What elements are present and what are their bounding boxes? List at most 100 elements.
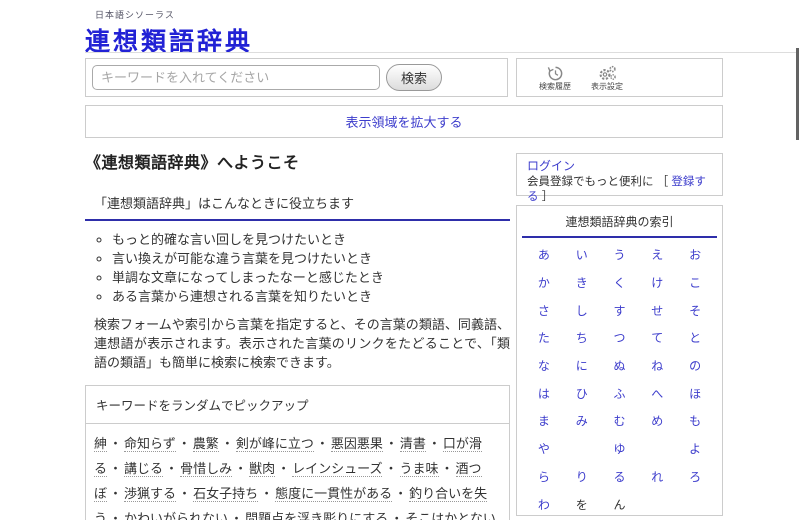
kana-index-link[interactable]: て [638,324,676,352]
benefit-list: もっと的確な言い回しを見つけたいとき言い換えが可能な違う言葉を見つけたいとき単調… [85,230,510,306]
keyword-separator: ・ [178,486,192,501]
login-link[interactable]: ログイン [527,159,575,173]
kana-index-link[interactable]: ま [525,407,563,435]
kana-index-link[interactable]: さ [525,296,563,324]
keyword-separator: ・ [220,436,234,451]
keyword-separator: ・ [315,436,329,451]
kana-index-link[interactable]: つ [601,324,639,352]
kana-index-link[interactable]: ら [525,463,563,491]
kana-index-link[interactable]: こ [676,269,714,297]
kana-index-link[interactable]: う [601,241,639,269]
pickup-keyword-link[interactable]: 紳 [94,436,108,452]
gear-icon [598,65,617,82]
kana-index-link[interactable]: に [563,352,601,380]
kana-index-link[interactable]: く [601,269,639,297]
pickup-keyword-link[interactable]: 石女子持ち [193,486,259,502]
kana-index-link[interactable]: き [563,269,601,297]
benefit-item: ある言葉から連想される言葉を知りたいとき [112,287,510,306]
toolbar-panel: 検索履歴 表示設定 [516,58,723,97]
search-button[interactable]: 検索 [386,64,443,91]
keyword-separator: ・ [109,511,123,520]
pickup-keyword-link[interactable]: レインシューズ [292,461,383,477]
kana-index-link[interactable]: れ [638,463,676,491]
kana-index-empty [638,435,676,463]
keyword-separator: ・ [394,486,408,501]
pickup-keyword-link[interactable]: 農繁 [192,436,219,452]
pickup-keyword-link[interactable]: 骨惜しみ [180,461,233,477]
kana-index-link[interactable]: め [638,407,676,435]
pickup-keyword-link[interactable]: 悪因悪果 [330,436,383,452]
pickup-keyword-link[interactable]: 態度に一貫性がある [275,486,393,502]
search-input[interactable] [92,65,380,90]
login-box: ログイン 会員登録でもっと便利に ［ 登録する ］ [516,153,723,203]
kana-index-link[interactable]: へ [638,379,676,407]
history-icon [547,65,564,82]
keyword-separator: ・ [165,461,179,476]
keyword-separator: ・ [230,511,244,520]
top-search-panel: 検索 [85,58,508,97]
random-pickup-section: キーワードをランダムでピックアップ 紳・命知らず・農繁・剣が峰に立つ・悪因悪果・… [85,385,510,520]
kana-index-link[interactable]: ぬ [601,352,639,380]
kana-index-empty [676,490,714,518]
pickup-keyword-link[interactable]: 剣が峰に立つ [235,436,314,452]
kana-index-link[interactable]: な [525,352,563,380]
kana-index-link[interactable]: ひ [563,379,601,407]
keyword-separator: ・ [384,461,398,476]
pickup-keyword-link[interactable]: 清書 [399,436,426,452]
display-settings-button[interactable]: 表示設定 [591,65,623,91]
pickup-keyword-link[interactable]: 講じる [124,461,164,477]
keyword-separator: ・ [390,511,404,520]
expand-area-link[interactable]: 表示領域を拡大する [345,112,462,131]
kana-index-link[interactable]: せ [638,296,676,324]
kana-index-link[interactable]: し [563,296,601,324]
kana-index-heading: 連想類語辞典の索引 [522,206,717,238]
kana-index-link[interactable]: あ [525,241,563,269]
kana-index-link[interactable]: え [638,241,676,269]
kana-index-link[interactable]: は [525,379,563,407]
kana-index-link[interactable]: ゆ [601,435,639,463]
random-pickup-keywords: 紳・命知らず・農繁・剣が峰に立つ・悪因悪果・清書・口が滑る・講じる・骨惜しみ・獣… [85,424,510,520]
kana-index-link[interactable]: わ [525,490,563,518]
kana-index-link[interactable]: い [563,241,601,269]
keyword-separator: ・ [109,486,123,501]
scrollbar-thumb[interactable] [796,48,799,140]
kana-index-link[interactable]: む [601,407,639,435]
kana-index-link[interactable]: り [563,463,601,491]
kana-index-link[interactable]: や [525,435,563,463]
search-history-button[interactable]: 検索履歴 [539,65,571,91]
kana-index-link[interactable]: よ [676,435,714,463]
kana-index-box: 連想類語辞典の索引 あいうえおかきくけこさしすせそたちつてとなにぬねのはひふへほ… [516,205,723,516]
kana-index-link[interactable]: ふ [601,379,639,407]
kana-index-link[interactable]: た [525,324,563,352]
kana-index-link[interactable]: ろ [676,463,714,491]
kana-index-link[interactable]: ほ [676,379,714,407]
kana-index-link[interactable]: ち [563,324,601,352]
kana-index-link[interactable]: ね [638,352,676,380]
kana-index-link[interactable]: お [676,241,714,269]
keyword-separator: ・ [260,486,274,501]
pickup-keyword-link[interactable]: かわいがられない [124,511,229,520]
kana-index-text: ん [613,497,626,512]
keyword-separator: ・ [177,436,191,451]
kana-index-link[interactable]: け [638,269,676,297]
pickup-keyword-link[interactable]: 問題点を浮き彫りにする [245,511,389,520]
kana-index-link[interactable]: と [676,324,714,352]
kana-index-link[interactable]: そ [676,296,714,324]
kana-index-link[interactable]: の [676,352,714,380]
welcome-heading: 《連想類語辞典》へようこそ [85,155,300,172]
kana-index-link[interactable]: み [563,407,601,435]
pickup-keyword-link[interactable]: 渉猟する [124,486,177,502]
main-content: 《連想類語辞典》へようこそ 「連想類語辞典」はこんなときに役立ちます もっと的確… [85,149,510,520]
kana-index-link[interactable]: る [601,463,639,491]
kana-index-link[interactable]: か [525,269,563,297]
pickup-keyword-link[interactable]: うま味 [399,461,439,477]
register-bracket-close: ］ [541,191,554,203]
kana-index-link[interactable]: も [676,407,714,435]
history-label: 検索履歴 [539,81,571,91]
register-prefix: 会員登録でもっと便利に [527,176,654,188]
pickup-keyword-link[interactable]: 命知らず [124,436,176,452]
expand-area-bar: 表示領域を拡大する [85,105,723,138]
kana-index-text: を [575,497,588,512]
kana-index-link[interactable]: す [601,296,639,324]
pickup-keyword-link[interactable]: 獣肉 [249,461,276,477]
